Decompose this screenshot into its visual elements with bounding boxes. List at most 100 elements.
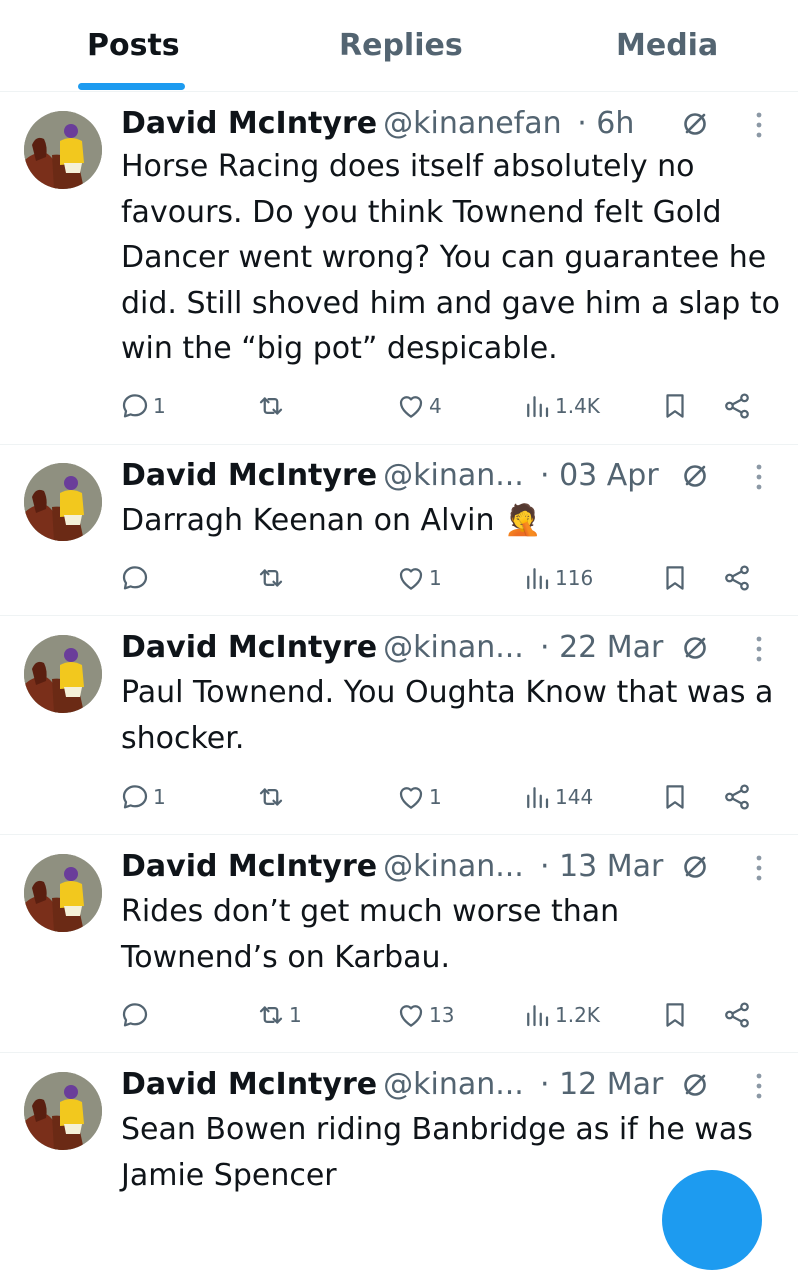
bookmark-button[interactable]: [660, 997, 690, 1033]
views-button[interactable]: 1.4K: [522, 388, 600, 424]
reply-button[interactable]: [120, 560, 153, 596]
more-dots-icon[interactable]: [755, 463, 763, 491]
tab-posts[interactable]: Posts: [87, 28, 180, 63]
active-tab-indicator: [78, 83, 185, 90]
post-3[interactable]: David McIntyre @kinan... · 13 Mar Rides d…: [0, 835, 798, 1053]
repost-icon: [256, 1000, 286, 1030]
like-button[interactable]: 1: [396, 560, 442, 596]
repost-button[interactable]: [256, 779, 289, 815]
avatar[interactable]: [24, 635, 102, 713]
likes-count: 13: [429, 1003, 455, 1027]
replies-count: 1: [153, 394, 166, 418]
avatar[interactable]: [24, 111, 102, 189]
author-handle[interactable]: @kinan...: [383, 458, 524, 493]
post-actions: 1 1 144: [120, 779, 760, 815]
post-actions: 1 116: [120, 560, 760, 596]
repost-button[interactable]: [256, 560, 289, 596]
avatar[interactable]: [24, 463, 102, 541]
avatar[interactable]: [24, 854, 102, 932]
views-count: 144: [555, 785, 594, 809]
post-text: Paul Townend. You Oughta Know that was a…: [121, 675, 774, 756]
reposts-count: 1: [289, 1003, 302, 1027]
like-button[interactable]: 13: [396, 997, 454, 1033]
views-button[interactable]: 116: [522, 560, 593, 596]
bookmark-icon: [660, 782, 690, 812]
author-name[interactable]: David McIntyre: [121, 849, 377, 884]
author-handle[interactable]: @kinan...: [383, 1067, 524, 1102]
likes-count: 1: [429, 566, 442, 590]
views-button[interactable]: 144: [522, 779, 593, 815]
reply-button[interactable]: 1: [120, 388, 166, 424]
post-header: David McIntyre @kinanefan · 6h: [121, 102, 701, 146]
author-name[interactable]: David McIntyre: [121, 1067, 377, 1102]
post-date[interactable]: · 6h: [577, 106, 634, 141]
likes-count: 1: [429, 785, 442, 809]
author-handle[interactable]: @kinanefan: [383, 106, 562, 141]
replies-count: 1: [153, 785, 166, 809]
reply-button[interactable]: 1: [120, 779, 166, 815]
share-button[interactable]: [722, 997, 752, 1033]
like-button[interactable]: 1: [396, 779, 442, 815]
bookmark-button[interactable]: [660, 560, 690, 596]
author-name[interactable]: David McIntyre: [121, 458, 377, 493]
reply-icon: [120, 391, 150, 421]
share-button[interactable]: [722, 560, 752, 596]
share-button[interactable]: [722, 388, 752, 424]
heart-icon: [396, 782, 426, 812]
more-dots-icon[interactable]: [755, 111, 763, 139]
bookmark-icon: [660, 1000, 690, 1030]
post-1[interactable]: David McIntyre @kinan... · 03 Apr Darragh…: [0, 444, 798, 616]
heart-icon: [396, 563, 426, 593]
bookmark-icon: [660, 563, 690, 593]
views-icon: [522, 563, 552, 593]
share-icon: [722, 391, 752, 421]
more-dots-icon[interactable]: [755, 1072, 763, 1100]
post-date[interactable]: · 22 Mar: [540, 626, 663, 670]
reply-icon: [120, 1000, 150, 1030]
more-dots-icon[interactable]: [755, 635, 763, 663]
heart-icon: [396, 391, 426, 421]
like-button[interactable]: 4: [396, 388, 442, 424]
likes-count: 4: [429, 394, 442, 418]
more-dots-icon[interactable]: [755, 854, 763, 882]
views-count: 1.2K: [555, 1003, 600, 1027]
reply-icon: [120, 782, 150, 812]
tab-replies[interactable]: Replies: [339, 28, 463, 63]
reply-button[interactable]: [120, 997, 153, 1033]
share-icon: [722, 782, 752, 812]
bookmark-button[interactable]: [660, 779, 690, 815]
bookmark-icon: [660, 391, 690, 421]
views-icon: [522, 782, 552, 812]
post-date[interactable]: · 12 Mar: [540, 1063, 663, 1107]
avatar[interactable]: [24, 1072, 102, 1150]
verified-icon: [680, 1070, 710, 1100]
verified-icon: [680, 109, 710, 139]
views-button[interactable]: 1.2K: [522, 997, 600, 1033]
verified-icon: [680, 461, 710, 491]
repost-button[interactable]: [256, 388, 289, 424]
post-text: Horse Racing does itself absolutely no f…: [121, 149, 780, 366]
post-0[interactable]: David McIntyre @kinanefan · 6h Horse Raci…: [0, 92, 798, 445]
views-count: 1.4K: [555, 394, 600, 418]
tab-media[interactable]: Media: [616, 28, 718, 63]
post-2[interactable]: David McIntyre @kinan... · 22 Mar Paul To…: [0, 616, 798, 835]
author-name[interactable]: David McIntyre: [121, 106, 377, 141]
repost-button[interactable]: 1: [256, 997, 302, 1033]
author-handle[interactable]: @kinan...: [383, 849, 524, 884]
views-count: 116: [555, 566, 594, 590]
post-date[interactable]: · 03 Apr: [540, 454, 659, 498]
repost-icon: [256, 563, 286, 593]
repost-icon: [256, 782, 286, 812]
post-header: David McIntyre @kinan...: [121, 1063, 524, 1107]
bookmark-button[interactable]: [660, 388, 690, 424]
reply-icon: [120, 563, 150, 593]
post-date[interactable]: · 13 Mar: [540, 845, 663, 889]
post-text: Rides don’t get much worse than Townend’…: [121, 894, 620, 975]
compose-post-button[interactable]: [662, 1170, 762, 1270]
verified-icon: [680, 633, 710, 663]
author-name[interactable]: David McIntyre: [121, 630, 377, 665]
verified-icon: [680, 852, 710, 882]
share-button[interactable]: [722, 779, 752, 815]
author-handle[interactable]: @kinan...: [383, 630, 524, 665]
share-icon: [722, 1000, 752, 1030]
